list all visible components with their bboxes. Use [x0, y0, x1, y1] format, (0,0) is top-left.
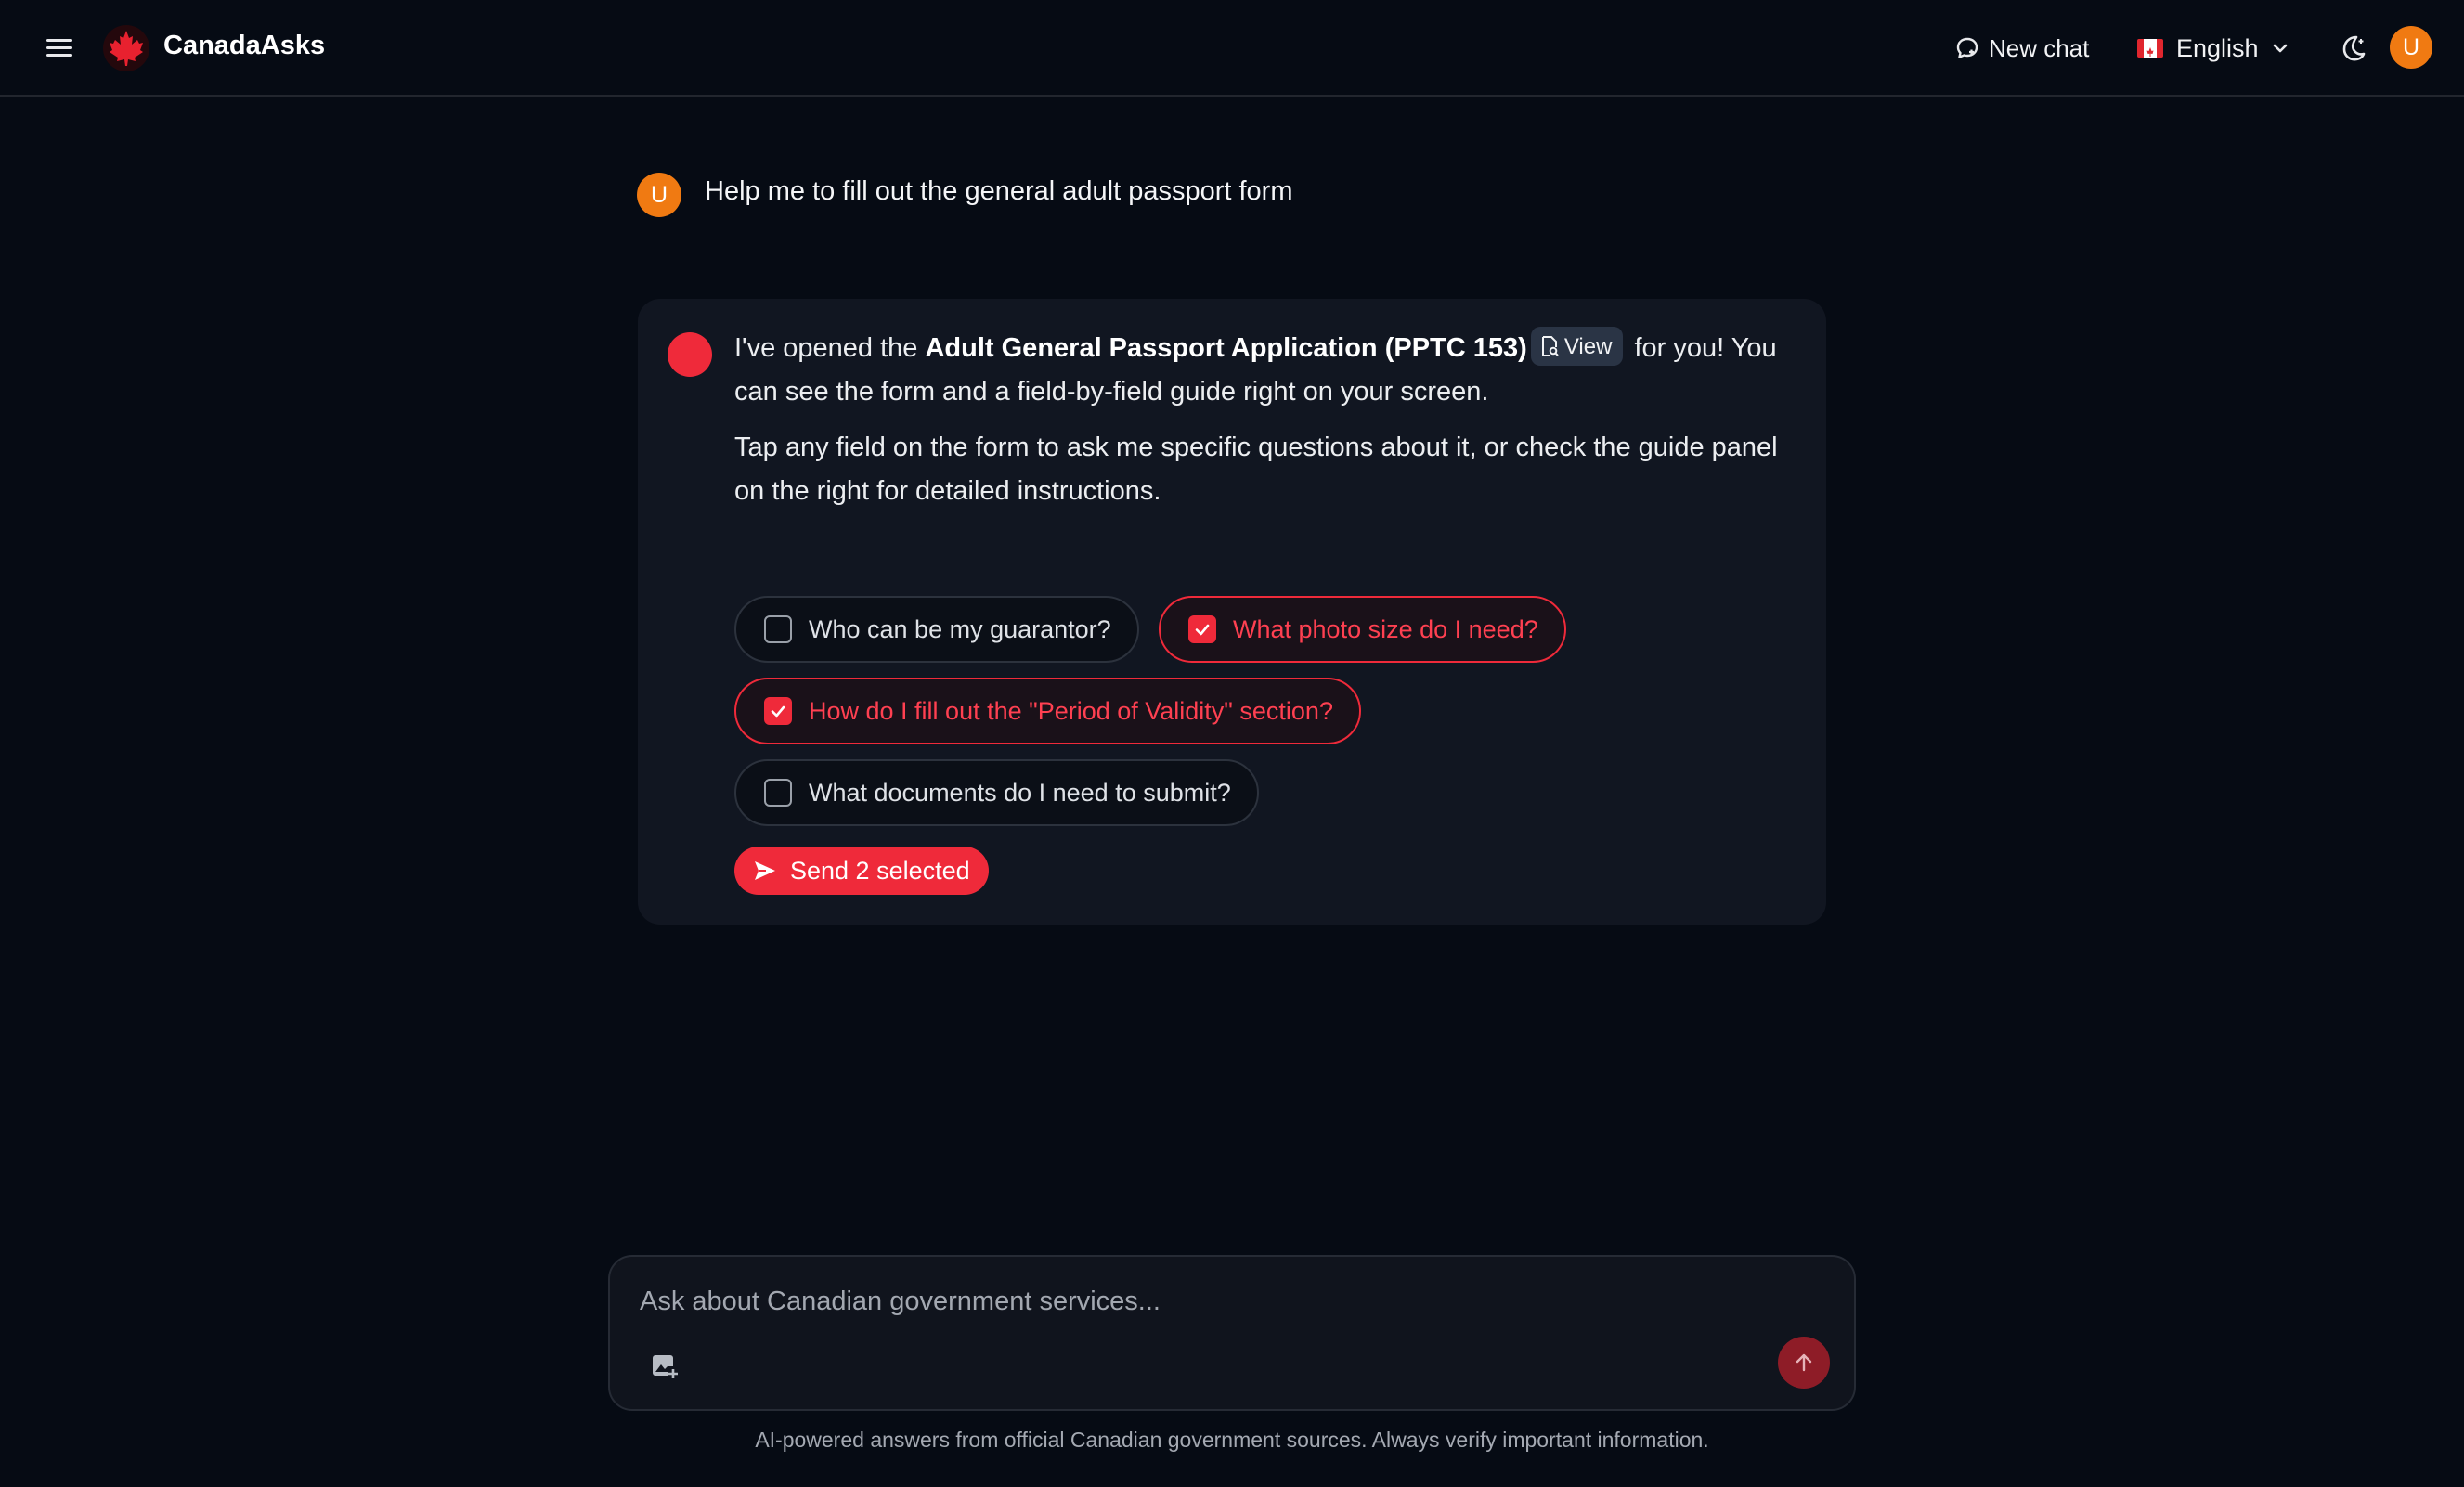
suggestion-label: What photo size do I need? [1233, 614, 1538, 643]
form-name: Adult General Passport Application (PPTC… [925, 333, 1527, 363]
assistant-paragraph-2: Tap any field on the form to ask me spec… [734, 433, 1778, 506]
assistant-message: I've opened the Adult General Passport A… [638, 299, 1826, 925]
arrow-up-icon [1796, 1353, 1812, 1372]
menu-icon[interactable] [45, 35, 74, 61]
suggestion-chip-guarantor[interactable]: Who can be my guarantor? [734, 596, 1139, 663]
send-selected-button[interactable]: Send 2 selected [734, 847, 989, 895]
message-composer [608, 1255, 1856, 1411]
assistant-avatar [668, 332, 712, 377]
view-form-button[interactable]: View [1530, 327, 1624, 367]
send-button[interactable] [1778, 1337, 1830, 1389]
avatar[interactable]: U [2390, 26, 2432, 69]
disclaimer: AI-powered answers from official Canadia… [755, 1428, 1709, 1452]
checkbox-icon[interactable] [764, 697, 792, 725]
view-form-label: View [1563, 333, 1613, 359]
moon-icon[interactable] [2336, 32, 2369, 65]
document-search-icon [1541, 336, 1559, 357]
add-image-icon[interactable] [649, 1350, 681, 1381]
chat-icon [1956, 37, 1978, 58]
user-message: Help me to fill out the general adult pa… [705, 176, 1293, 206]
checkbox-icon[interactable] [1188, 615, 1216, 643]
suggestion-label: What documents do I need to submit? [809, 778, 1231, 807]
suggestion-chip-documents[interactable]: What documents do I need to submit? [734, 759, 1259, 826]
suggestion-chip-period-of-validity[interactable]: How do I fill out the "Period of Validit… [734, 678, 1361, 744]
suggestion-label: Who can be my guarantor? [809, 614, 1111, 643]
suggestion-chip-photo-size[interactable]: What photo size do I need? [1159, 596, 1566, 663]
language-label: English [2176, 33, 2259, 62]
top-bar: CanadaAsks New chat English U [0, 0, 2464, 97]
user-avatar: U [637, 173, 681, 217]
send-selected-label: Send 2 selected [790, 856, 970, 885]
canada-flag-icon [2137, 39, 2163, 58]
brand-name[interactable]: CanadaAsks [163, 31, 325, 61]
suggestion-label: How do I fill out the "Period of Validit… [809, 696, 1333, 725]
assistant-message-text: I've opened the Adult General Passport A… [734, 327, 1802, 513]
maple-leaf-icon [103, 25, 149, 71]
checkbox-icon[interactable] [764, 779, 792, 807]
new-chat-label: New chat [1989, 33, 2090, 62]
assistant-paragraph-1: I've opened the Adult General Passport A… [734, 327, 1802, 414]
message-input[interactable] [638, 1285, 1756, 1329]
new-chat-button[interactable]: New chat [1955, 31, 2089, 66]
checkbox-icon[interactable] [764, 615, 792, 643]
language-selector[interactable]: English [2137, 31, 2289, 66]
send-icon [755, 861, 775, 880]
chevron-down-icon [2273, 44, 2287, 53]
